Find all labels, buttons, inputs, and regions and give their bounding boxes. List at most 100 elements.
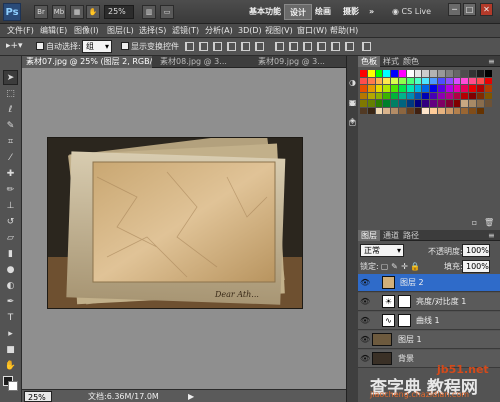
color-swatch[interactable] xyxy=(469,107,476,114)
document-size-info[interactable]: 文档:6.36M/17.0M xyxy=(88,391,159,402)
type-tool-icon[interactable]: T xyxy=(3,311,18,326)
status-arrow-icon[interactable]: ▶ xyxy=(188,391,194,402)
fill-input[interactable]: 100% xyxy=(462,260,490,273)
history-brush-tool-icon[interactable]: ↺ xyxy=(3,215,18,230)
color-swatch[interactable] xyxy=(438,100,445,107)
color-swatch[interactable] xyxy=(360,77,367,84)
workspace-design[interactable]: 设计 xyxy=(284,4,312,20)
distribute-right-icon[interactable] xyxy=(345,42,354,51)
swatch-grid[interactable] xyxy=(360,70,494,126)
color-swatch[interactable] xyxy=(383,100,391,107)
color-swatch[interactable] xyxy=(461,77,469,84)
menu-window[interactable]: 窗口(W) xyxy=(297,25,327,37)
lock-position-icon[interactable]: ✛ xyxy=(400,262,409,271)
color-swatch[interactable] xyxy=(367,100,375,107)
menu-layer[interactable]: 图层(L) xyxy=(107,25,134,37)
color-swatch[interactable] xyxy=(445,85,453,92)
bridge-icon[interactable]: Br xyxy=(34,5,48,19)
path-select-tool-icon[interactable]: ▸ xyxy=(3,327,18,342)
color-swatch[interactable] xyxy=(406,77,414,84)
color-swatch[interactable] xyxy=(469,85,476,92)
color-swatch[interactable] xyxy=(375,70,383,77)
color-swatch[interactable] xyxy=(453,85,461,92)
screen-mode-icon[interactable]: ▭ xyxy=(160,5,174,19)
tab-styles[interactable]: 样式 xyxy=(380,56,402,67)
adjustments-panel-icon[interactable]: ◒ xyxy=(348,98,357,107)
opacity-input[interactable]: 100% xyxy=(462,244,490,257)
color-swatch[interactable] xyxy=(414,77,422,84)
color-swatch[interactable] xyxy=(399,100,406,107)
color-swatch[interactable] xyxy=(406,92,414,99)
eraser-tool-icon[interactable]: ▱ xyxy=(3,231,18,246)
align-left-icon[interactable] xyxy=(227,42,236,51)
color-swatch[interactable] xyxy=(469,100,476,107)
canvas-area[interactable]: Dear Ath... xyxy=(22,68,346,389)
color-swatch[interactable] xyxy=(414,85,422,92)
color-swatch[interactable] xyxy=(453,100,461,107)
menu-filter[interactable]: 滤镜(T) xyxy=(172,25,199,37)
color-swatch[interactable] xyxy=(367,70,375,77)
color-swatch[interactable] xyxy=(484,85,492,92)
menu-edit[interactable]: 编辑(E) xyxy=(40,25,67,37)
eye-icon[interactable]: 👁 xyxy=(360,297,370,306)
eye-icon[interactable]: 👁 xyxy=(360,354,370,363)
color-swatch[interactable] xyxy=(461,100,469,107)
color-swatch[interactable] xyxy=(461,70,469,77)
background-color-swatch[interactable] xyxy=(8,381,18,391)
color-swatch[interactable] xyxy=(383,107,391,114)
color-swatch[interactable] xyxy=(414,100,422,107)
eyedropper-tool-icon[interactable]: ⁄ xyxy=(3,151,18,166)
minimize-button[interactable]: ─ xyxy=(448,3,461,16)
color-swatch[interactable] xyxy=(375,85,383,92)
tab-document-09[interactable]: 素材09.jpg @ 3... xyxy=(254,56,346,68)
color-swatch[interactable] xyxy=(422,77,430,84)
hand-tool-icon[interactable]: ✋ xyxy=(3,359,18,374)
tab-paths[interactable]: 路径 xyxy=(400,230,422,241)
color-swatch[interactable] xyxy=(430,92,437,99)
color-swatch[interactable] xyxy=(399,77,406,84)
document-canvas[interactable]: Dear Ath... xyxy=(47,137,303,309)
color-swatch[interactable] xyxy=(399,92,406,99)
distribute-vcenter-icon[interactable] xyxy=(289,42,298,51)
color-swatch[interactable] xyxy=(375,77,383,84)
tab-color[interactable]: 颜色 xyxy=(400,56,422,67)
color-swatch[interactable] xyxy=(391,100,398,107)
color-swatch[interactable] xyxy=(367,85,375,92)
color-swatch[interactable] xyxy=(445,77,453,84)
color-swatch[interactable] xyxy=(383,92,391,99)
healing-brush-tool-icon[interactable]: ✚ xyxy=(3,167,18,182)
color-swatch[interactable] xyxy=(367,92,375,99)
eye-icon[interactable]: 👁 xyxy=(360,316,370,325)
lock-transparency-icon[interactable]: ▢ xyxy=(380,262,389,271)
color-swatch[interactable] xyxy=(422,70,430,77)
zoom-level-box[interactable]: 25% xyxy=(104,5,134,19)
color-swatch[interactable] xyxy=(484,77,492,84)
auto-select-checkbox[interactable] xyxy=(36,42,44,50)
close-button[interactable]: ✕ xyxy=(480,3,493,16)
color-swatch[interactable] xyxy=(399,85,406,92)
color-swatch[interactable] xyxy=(399,107,406,114)
align-top-icon[interactable] xyxy=(185,42,194,51)
crop-tool-icon[interactable]: ⌗ xyxy=(3,135,18,150)
lock-all-icon[interactable]: 🔒 xyxy=(410,262,420,271)
masks-panel-icon[interactable]: ▢ xyxy=(348,118,357,127)
color-swatch[interactable] xyxy=(360,70,367,77)
eye-icon[interactable]: 👁 xyxy=(360,278,370,287)
auto-align-icon[interactable] xyxy=(362,42,371,51)
tab-swatches[interactable]: 色板 xyxy=(358,56,380,67)
color-swatch[interactable] xyxy=(445,100,453,107)
blend-mode-dropdown[interactable]: 正常 ▾ xyxy=(360,244,404,257)
color-swatch[interactable] xyxy=(430,70,437,77)
color-swatch[interactable] xyxy=(453,107,461,114)
eye-icon[interactable]: 👁 xyxy=(360,335,370,344)
color-swatch[interactable] xyxy=(360,92,367,99)
color-swatch[interactable] xyxy=(360,107,367,114)
layers-panel-menu-icon[interactable]: ≡ xyxy=(488,230,495,241)
color-swatch[interactable] xyxy=(477,70,484,77)
color-swatch[interactable] xyxy=(445,70,453,77)
color-swatch[interactable] xyxy=(438,77,445,84)
quick-select-tool-icon[interactable]: ✎ xyxy=(3,119,18,134)
align-vcenter-icon[interactable] xyxy=(199,42,208,51)
align-hcenter-icon[interactable] xyxy=(241,42,250,51)
color-swatch[interactable] xyxy=(477,100,484,107)
